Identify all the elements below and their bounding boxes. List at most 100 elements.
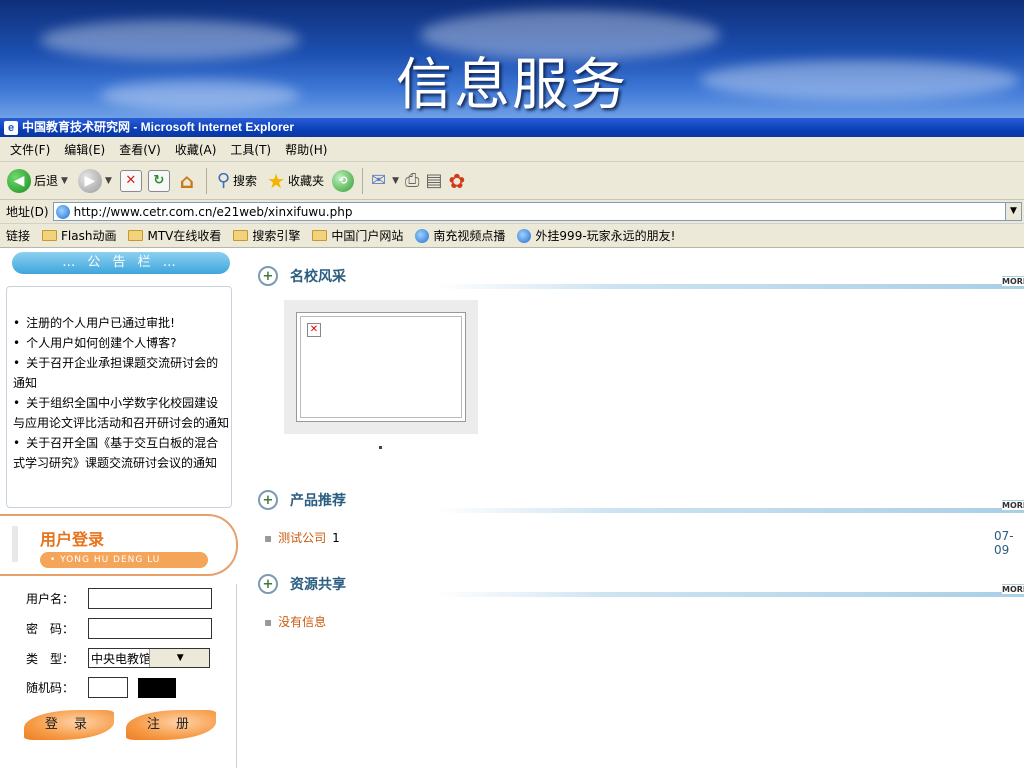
home-icon[interactable]: ⌂ (176, 169, 198, 193)
login-header-bar (12, 526, 18, 562)
address-input[interactable]: http://www.cetr.com.cn/e21web/xinxifuwu.… (52, 202, 1022, 221)
bullet: ▪ (264, 614, 273, 629)
slide-header: 信息服务 (0, 0, 1024, 118)
section-resources-title: 资源共享 (290, 577, 346, 593)
menu-tools[interactable]: 工具(T) (230, 141, 271, 158)
captcha-input[interactable] (88, 677, 128, 698)
stop-icon[interactable]: ✕ (119, 169, 142, 192)
section-schools-line (436, 284, 1024, 289)
notice-item[interactable]: 关于召开企业承担课题交流研讨会的通知 (13, 353, 229, 393)
back-button[interactable]: ◀ 后退 ▼ (5, 166, 70, 196)
dot-marker (379, 446, 382, 449)
link-text: MTV在线收看 (147, 229, 222, 243)
window-titlebar: e 中国教育技术研究网 - Microsoft Internet Explore… (0, 118, 1024, 137)
login-header: 用户登录 • YONG HU DENG LU (0, 514, 238, 576)
page-icon (517, 228, 532, 243)
menu-file[interactable]: 文件(F) (10, 141, 50, 158)
menu-help[interactable]: 帮助(H) (285, 141, 327, 158)
notice-item[interactable]: 关于召开全国《基于交互白板的混合式学习研究》课题交流研讨会议的通知 (13, 433, 229, 473)
link-text: 搜索引擎 (252, 229, 301, 243)
links-bar: 链接 Flash动画 MTV在线收看 搜索引擎 中国门户网站 南充视频点播 外挂… (0, 224, 1024, 248)
resource-empty: ▪ 没有信息 (264, 613, 326, 630)
chevron-down-icon: ▼ (61, 175, 68, 186)
resource-empty-text: 没有信息 (278, 615, 327, 629)
link-text: 外挂999-玩家永远的朋友! (535, 229, 676, 243)
section-products-line (436, 508, 1024, 513)
slide-title: 信息服务 (396, 53, 628, 118)
more-link[interactable]: MORE (1002, 584, 1024, 594)
back-arrow-icon: ◀ (7, 168, 31, 193)
link-video[interactable]: 南充视频点播 (415, 227, 505, 244)
school-photo-frame: ✕ (284, 300, 478, 434)
folder-icon (42, 230, 58, 241)
section-resources-line (436, 592, 1024, 597)
toolbar-separator (205, 167, 207, 194)
chevron-down-icon[interactable]: ▼ (1005, 203, 1021, 220)
print-icon[interactable]: ⎙ (405, 170, 419, 191)
menu-favorites[interactable]: 收藏(A) (175, 141, 217, 158)
link-flash[interactable]: Flash动画 (42, 227, 116, 244)
links-label: 链接 (6, 229, 31, 243)
username-row: 用户名： (26, 588, 212, 609)
type-select[interactable]: 中央电教馆研究室 ▼ (88, 648, 210, 668)
section-resources-header: + 资源共享 (258, 574, 346, 594)
school-photo[interactable]: ✕ (296, 312, 466, 422)
plus-circle-icon: + (258, 490, 278, 510)
refresh-icon[interactable]: ↻ (147, 169, 170, 192)
link-search-engine[interactable]: 搜索引擎 (233, 227, 300, 244)
menu-view[interactable]: 查看(V) (119, 141, 161, 158)
history-icon[interactable]: ⟲ (332, 169, 355, 192)
captcha-label: 随机码： (26, 681, 75, 695)
chevron-down-icon: ▼ (392, 175, 400, 186)
login-subtitle: • YONG HU DENG LU (40, 552, 208, 568)
toolbar-separator (362, 167, 364, 194)
bullet: ▪ (264, 530, 273, 545)
chevron-down-icon: ▼ (104, 175, 112, 186)
toolbar: ◀ 后退 ▼ ▶ ▼ ✕ ↻ ⌂ ⚲ 搜索 ★ 收藏夹 ⟲ ✉ ▼ ⎙ ▤ ✿ (0, 162, 1024, 200)
section-products-header: + 产品推荐 (258, 490, 346, 510)
menu-edit[interactable]: 编辑(E) (64, 141, 105, 158)
login-title: 用户登录 (40, 530, 105, 549)
address-bar: 地址(D) http://www.cetr.com.cn/e21web/xinx… (0, 200, 1024, 224)
product-item-count: 1 (332, 530, 340, 545)
edit-icon[interactable]: ▤ (425, 170, 442, 191)
folder-icon (233, 230, 249, 241)
product-item-link[interactable]: 测试公司 (278, 529, 326, 546)
link-portal[interactable]: 中国门户网站 (312, 227, 403, 244)
link-text: Flash动画 (61, 229, 117, 243)
section-schools-header: + 名校风采 (258, 266, 346, 286)
login-button[interactable]: 登 录 (24, 710, 114, 740)
product-item-date: 07-09 (994, 529, 1014, 557)
notice-item[interactable]: 个人用户如何创建个人博客? (13, 333, 229, 353)
notice-item[interactable]: 关于组织全国中小学数字化校园建设与应用论文评比活动和召开研讨会的通知 (13, 393, 229, 433)
type-row: 类 型： 中央电教馆研究室 ▼ (26, 648, 210, 668)
username-input[interactable] (88, 588, 212, 609)
link-game[interactable]: 外挂999-玩家永远的朋友! (517, 227, 675, 244)
more-link[interactable]: MORE (1002, 276, 1024, 286)
section-schools-title: 名校风采 (290, 269, 346, 285)
page-icon (55, 204, 70, 219)
column-divider (236, 584, 237, 768)
plus-circle-icon: + (258, 574, 278, 594)
address-label: 地址(D) (6, 205, 49, 219)
photo-border (300, 316, 462, 418)
more-link[interactable]: MORE (1002, 500, 1024, 510)
search-button[interactable]: ⚲ 搜索 (215, 166, 259, 196)
forward-arrow-icon: ▶ (77, 168, 102, 193)
password-input[interactable] (88, 618, 212, 639)
star-icon: ★ (267, 168, 285, 193)
notice-tab: … 公 告 栏 … (12, 252, 230, 274)
menu-bar: 文件(F) 编辑(E) 查看(V) 收藏(A) 工具(T) 帮助(H) (0, 137, 1024, 162)
link-mtv[interactable]: MTV在线收看 (128, 227, 221, 244)
favorites-button[interactable]: ★ 收藏夹 (265, 166, 326, 196)
mail-icon[interactable]: ✉ (371, 170, 386, 191)
window-title: 中国教育技术研究网 - Microsoft Internet Explorer (22, 120, 295, 134)
type-select-value: 中央电教馆研究室 (91, 651, 149, 666)
chevron-down-icon: ▼ (148, 649, 209, 667)
ie-icon: e (4, 120, 18, 135)
notice-item[interactable]: 注册的个人用户已通过审批! (13, 313, 229, 333)
forward-button[interactable]: ▶ ▼ (76, 166, 114, 196)
messenger-icon[interactable]: ✿ (448, 169, 465, 193)
captcha-row: 随机码： (26, 677, 176, 698)
register-button[interactable]: 注 册 (126, 710, 216, 740)
